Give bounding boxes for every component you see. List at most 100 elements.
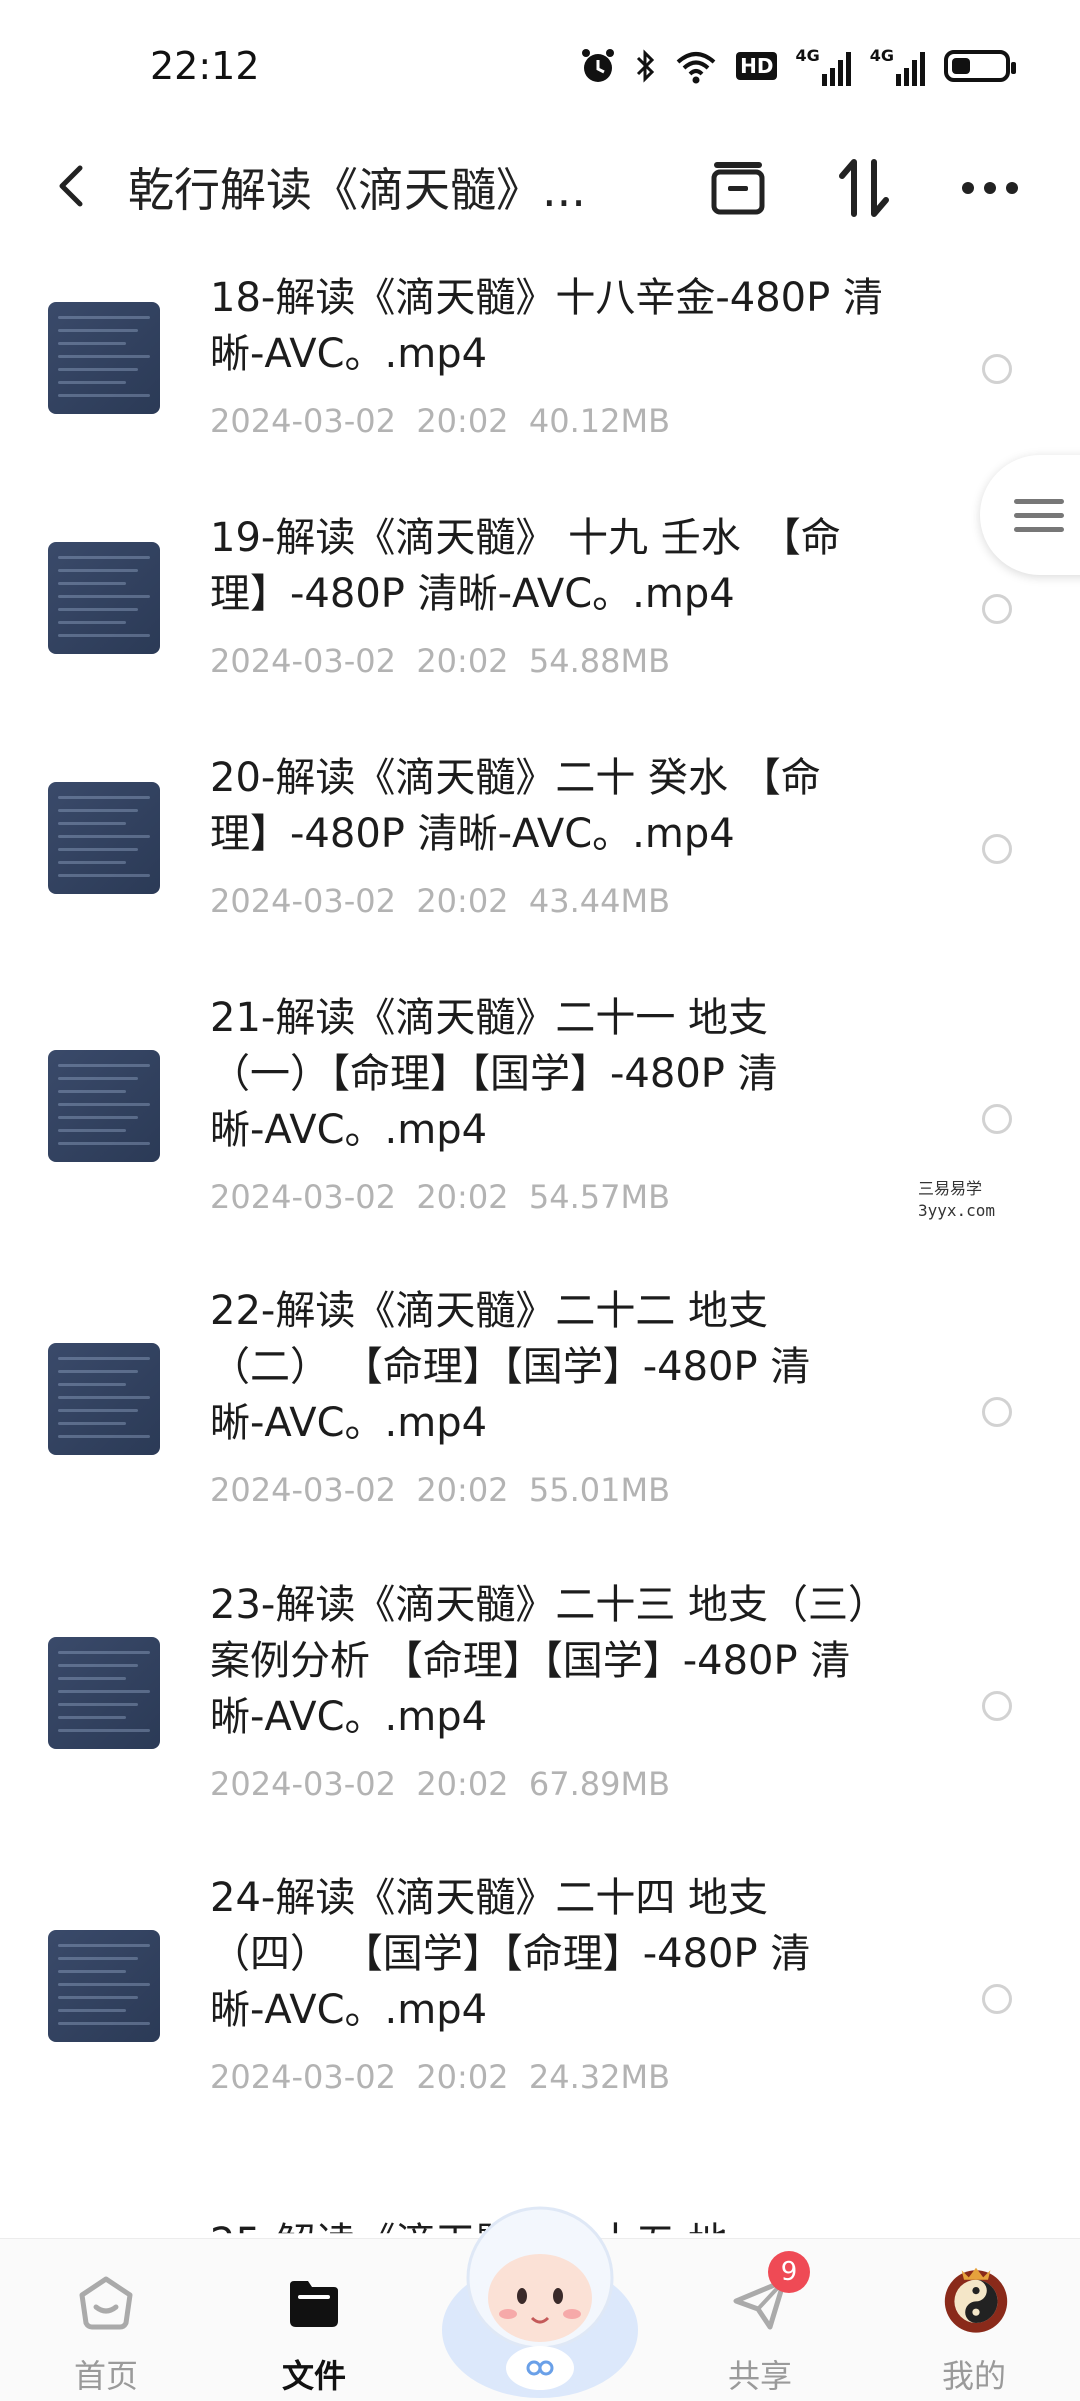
file-size: 40.12MB xyxy=(528,402,671,440)
watermark: 三易易学 3yyx.com xyxy=(918,1178,1028,1222)
file-date: 2024-03-02 20:02 xyxy=(210,402,509,440)
profile-avatar-icon xyxy=(944,2267,1008,2333)
file-meta: 2024-03-02 20:02 67.89MB xyxy=(210,1765,670,1803)
file-meta: 2024-03-02 20:02 54.88MB xyxy=(210,642,670,680)
list-item[interactable]: 18-解读《滴天髓》十八辛金-480P 清晰-AVC。.mp4 2024-03-0… xyxy=(0,275,1080,470)
video-thumbnail xyxy=(48,1050,160,1162)
file-name-line: 24-解读《滴天髓》二十四 地支 xyxy=(210,1875,769,1921)
status-bar: 22:12 HD 4G 4G xyxy=(0,0,1080,130)
select-radio[interactable] xyxy=(982,1691,1012,1721)
select-radio[interactable] xyxy=(982,1984,1012,2014)
file-name-line: 21-解读《滴天髓》二十一 地支 xyxy=(210,995,769,1041)
back-button[interactable] xyxy=(40,154,104,218)
list-item[interactable]: 19-解读《滴天髓》 十九 壬水 【命 理】-480P 清晰-AVC。.mp4 20… xyxy=(0,515,1080,710)
list-item[interactable]: 24-解读《滴天髓》二十四 地支 （四） 【国学】【命理】-480P 清晰-AVC… xyxy=(0,1875,1080,2120)
more-button[interactable] xyxy=(950,148,1030,228)
nav-share-label: 共享 xyxy=(727,2357,792,2395)
watermark-line2: 3yyx.com xyxy=(918,1201,996,1220)
file-date: 2024-03-02 20:02 xyxy=(210,2058,509,2096)
file-date: 2024-03-02 20:02 xyxy=(210,1471,509,1509)
video-thumbnail xyxy=(48,1343,160,1455)
file-name-line: 理】-480P 清晰-AVC。.mp4 xyxy=(210,811,735,857)
nav-share[interactable]: 9 共享 xyxy=(690,2251,830,2395)
file-name-line: 19-解读《滴天髓》 十九 壬水 【命 xyxy=(210,515,841,561)
nav-home-label: 首页 xyxy=(73,2357,138,2395)
alarm-icon xyxy=(582,49,615,82)
file-name-line: 22-解读《滴天髓》二十二 地支 xyxy=(210,1288,769,1334)
nav-files-label: 文件 xyxy=(281,2357,346,2395)
file-name: 19-解读《滴天髓》 十九 壬水 【命 理】-480P 清晰-AVC。.mp4 xyxy=(210,510,910,622)
file-size: 54.88MB xyxy=(528,642,671,680)
net2-label: 4G xyxy=(869,46,894,65)
file-meta: 2024-03-02 20:02 54.57MB xyxy=(210,1178,670,1216)
folder-icon xyxy=(290,2281,338,2327)
hd-label: HD xyxy=(736,52,778,80)
share-badge: 9 xyxy=(768,2251,810,2293)
file-name-line: （一）【命理】【国学】-480P 清 xyxy=(210,1051,778,1097)
sort-button[interactable] xyxy=(824,148,904,228)
list-item[interactable]: 23-解读《滴天髓》二十三 地支（三） 案例分析 【命理】【国学】-480P 清晰… xyxy=(0,1582,1080,1827)
select-radio[interactable] xyxy=(982,594,1012,624)
video-thumbnail xyxy=(48,1930,160,2042)
nav-home[interactable]: 首页 xyxy=(36,2259,176,2395)
file-name: 21-解读《滴天髓》二十一 地支 （一）【命理】【国学】-480P 清晰-AVC。… xyxy=(210,990,910,1158)
watermark-line1: 三易易学 xyxy=(918,1179,983,1198)
file-date: 2024-03-02 20:02 xyxy=(210,642,509,680)
select-radio[interactable] xyxy=(982,1397,1012,1427)
status-time: 22:12 xyxy=(150,44,260,88)
header: 乾行解读《滴天髓》... xyxy=(0,130,1080,250)
nav-profile[interactable]: 我的 xyxy=(904,2259,1044,2395)
file-meta: 2024-03-02 20:02 43.44MB xyxy=(210,882,670,920)
list-item[interactable]: 20-解读《滴天髓》二十 癸水 【命 理】-480P 清晰-AVC。.mp4 202… xyxy=(0,755,1080,950)
select-all-button[interactable] xyxy=(698,148,778,228)
home-icon xyxy=(79,2276,133,2330)
file-size: 55.01MB xyxy=(528,1471,671,1509)
list-item[interactable]: 22-解读《滴天髓》二十二 地支 （二） 【命理】【国学】-480P 清晰-AVC… xyxy=(0,1288,1080,1533)
select-radio[interactable] xyxy=(982,354,1012,384)
hd-icon: HD xyxy=(736,46,778,86)
file-name: 23-解读《滴天髓》二十三 地支（三） 案例分析 【命理】【国学】-480P 清晰… xyxy=(210,1577,910,1745)
file-date: 2024-03-02 20:02 xyxy=(210,882,509,920)
menu-icon xyxy=(1014,499,1064,532)
file-meta: 2024-03-02 20:02 40.12MB xyxy=(210,402,670,440)
file-name: 18-解读《滴天髓》十八辛金-480P 清晰-AVC。.mp4 xyxy=(210,270,910,382)
file-name-line: 晰-AVC。.mp4 xyxy=(210,1400,488,1446)
file-name: 24-解读《滴天髓》二十四 地支 （四） 【国学】【命理】-480P 清晰-AVC… xyxy=(210,1870,910,2038)
file-size: 43.44MB xyxy=(528,882,671,920)
file-name-line: 晰-AVC。.mp4 xyxy=(210,331,488,377)
nav-files[interactable]: 文件 xyxy=(244,2259,384,2395)
signal-icon: 4G xyxy=(870,46,926,86)
file-date: 2024-03-02 20:02 xyxy=(210,1765,509,1803)
file-name-line: 18-解读《滴天髓》十八辛金-480P 清 xyxy=(210,275,883,321)
video-thumbnail xyxy=(48,302,160,414)
file-size: 54.57MB xyxy=(528,1178,671,1216)
signal-icon: 4G xyxy=(795,46,851,86)
file-name-line: （二） 【命理】【国学】-480P 清 xyxy=(210,1344,811,1390)
file-name-line: 晰-AVC。.mp4 xyxy=(210,1987,488,2033)
file-name-line: 案例分析 【命理】【国学】-480P 清 xyxy=(210,1638,851,1684)
select-radio[interactable] xyxy=(982,1104,1012,1134)
file-meta: 2024-03-02 20:02 55.01MB xyxy=(210,1471,670,1509)
file-name-line: 20-解读《滴天髓》二十 癸水 【命 xyxy=(210,755,821,801)
file-date: 2024-03-02 20:02 xyxy=(210,1178,509,1216)
select-radio[interactable] xyxy=(982,834,1012,864)
bluetooth-icon xyxy=(637,49,655,83)
file-name: 20-解读《滴天髓》二十 癸水 【命 理】-480P 清晰-AVC。.mp4 xyxy=(210,750,910,862)
file-name-line: 晰-AVC。.mp4 xyxy=(210,1107,488,1153)
select-all-icon xyxy=(711,162,765,215)
video-thumbnail xyxy=(48,782,160,894)
page-title: 乾行解读《滴天髓》... xyxy=(128,163,586,217)
sort-icon xyxy=(839,159,889,217)
side-menu-handle[interactable] xyxy=(980,455,1080,575)
file-name-line: 23-解读《滴天髓》二十三 地支（三） xyxy=(210,1582,889,1628)
net1-label: 4G xyxy=(795,46,820,65)
chevron-left-icon xyxy=(59,165,83,207)
nav-profile-label: 我的 xyxy=(941,2357,1006,2395)
battery-icon xyxy=(944,50,1016,82)
wifi-icon xyxy=(676,52,716,84)
video-thumbnail xyxy=(48,1637,160,1749)
mascot-button[interactable] xyxy=(430,2180,650,2400)
file-meta: 2024-03-02 20:02 24.32MB xyxy=(210,2058,670,2096)
file-size: 24.32MB xyxy=(528,2058,671,2096)
video-thumbnail xyxy=(48,542,160,654)
